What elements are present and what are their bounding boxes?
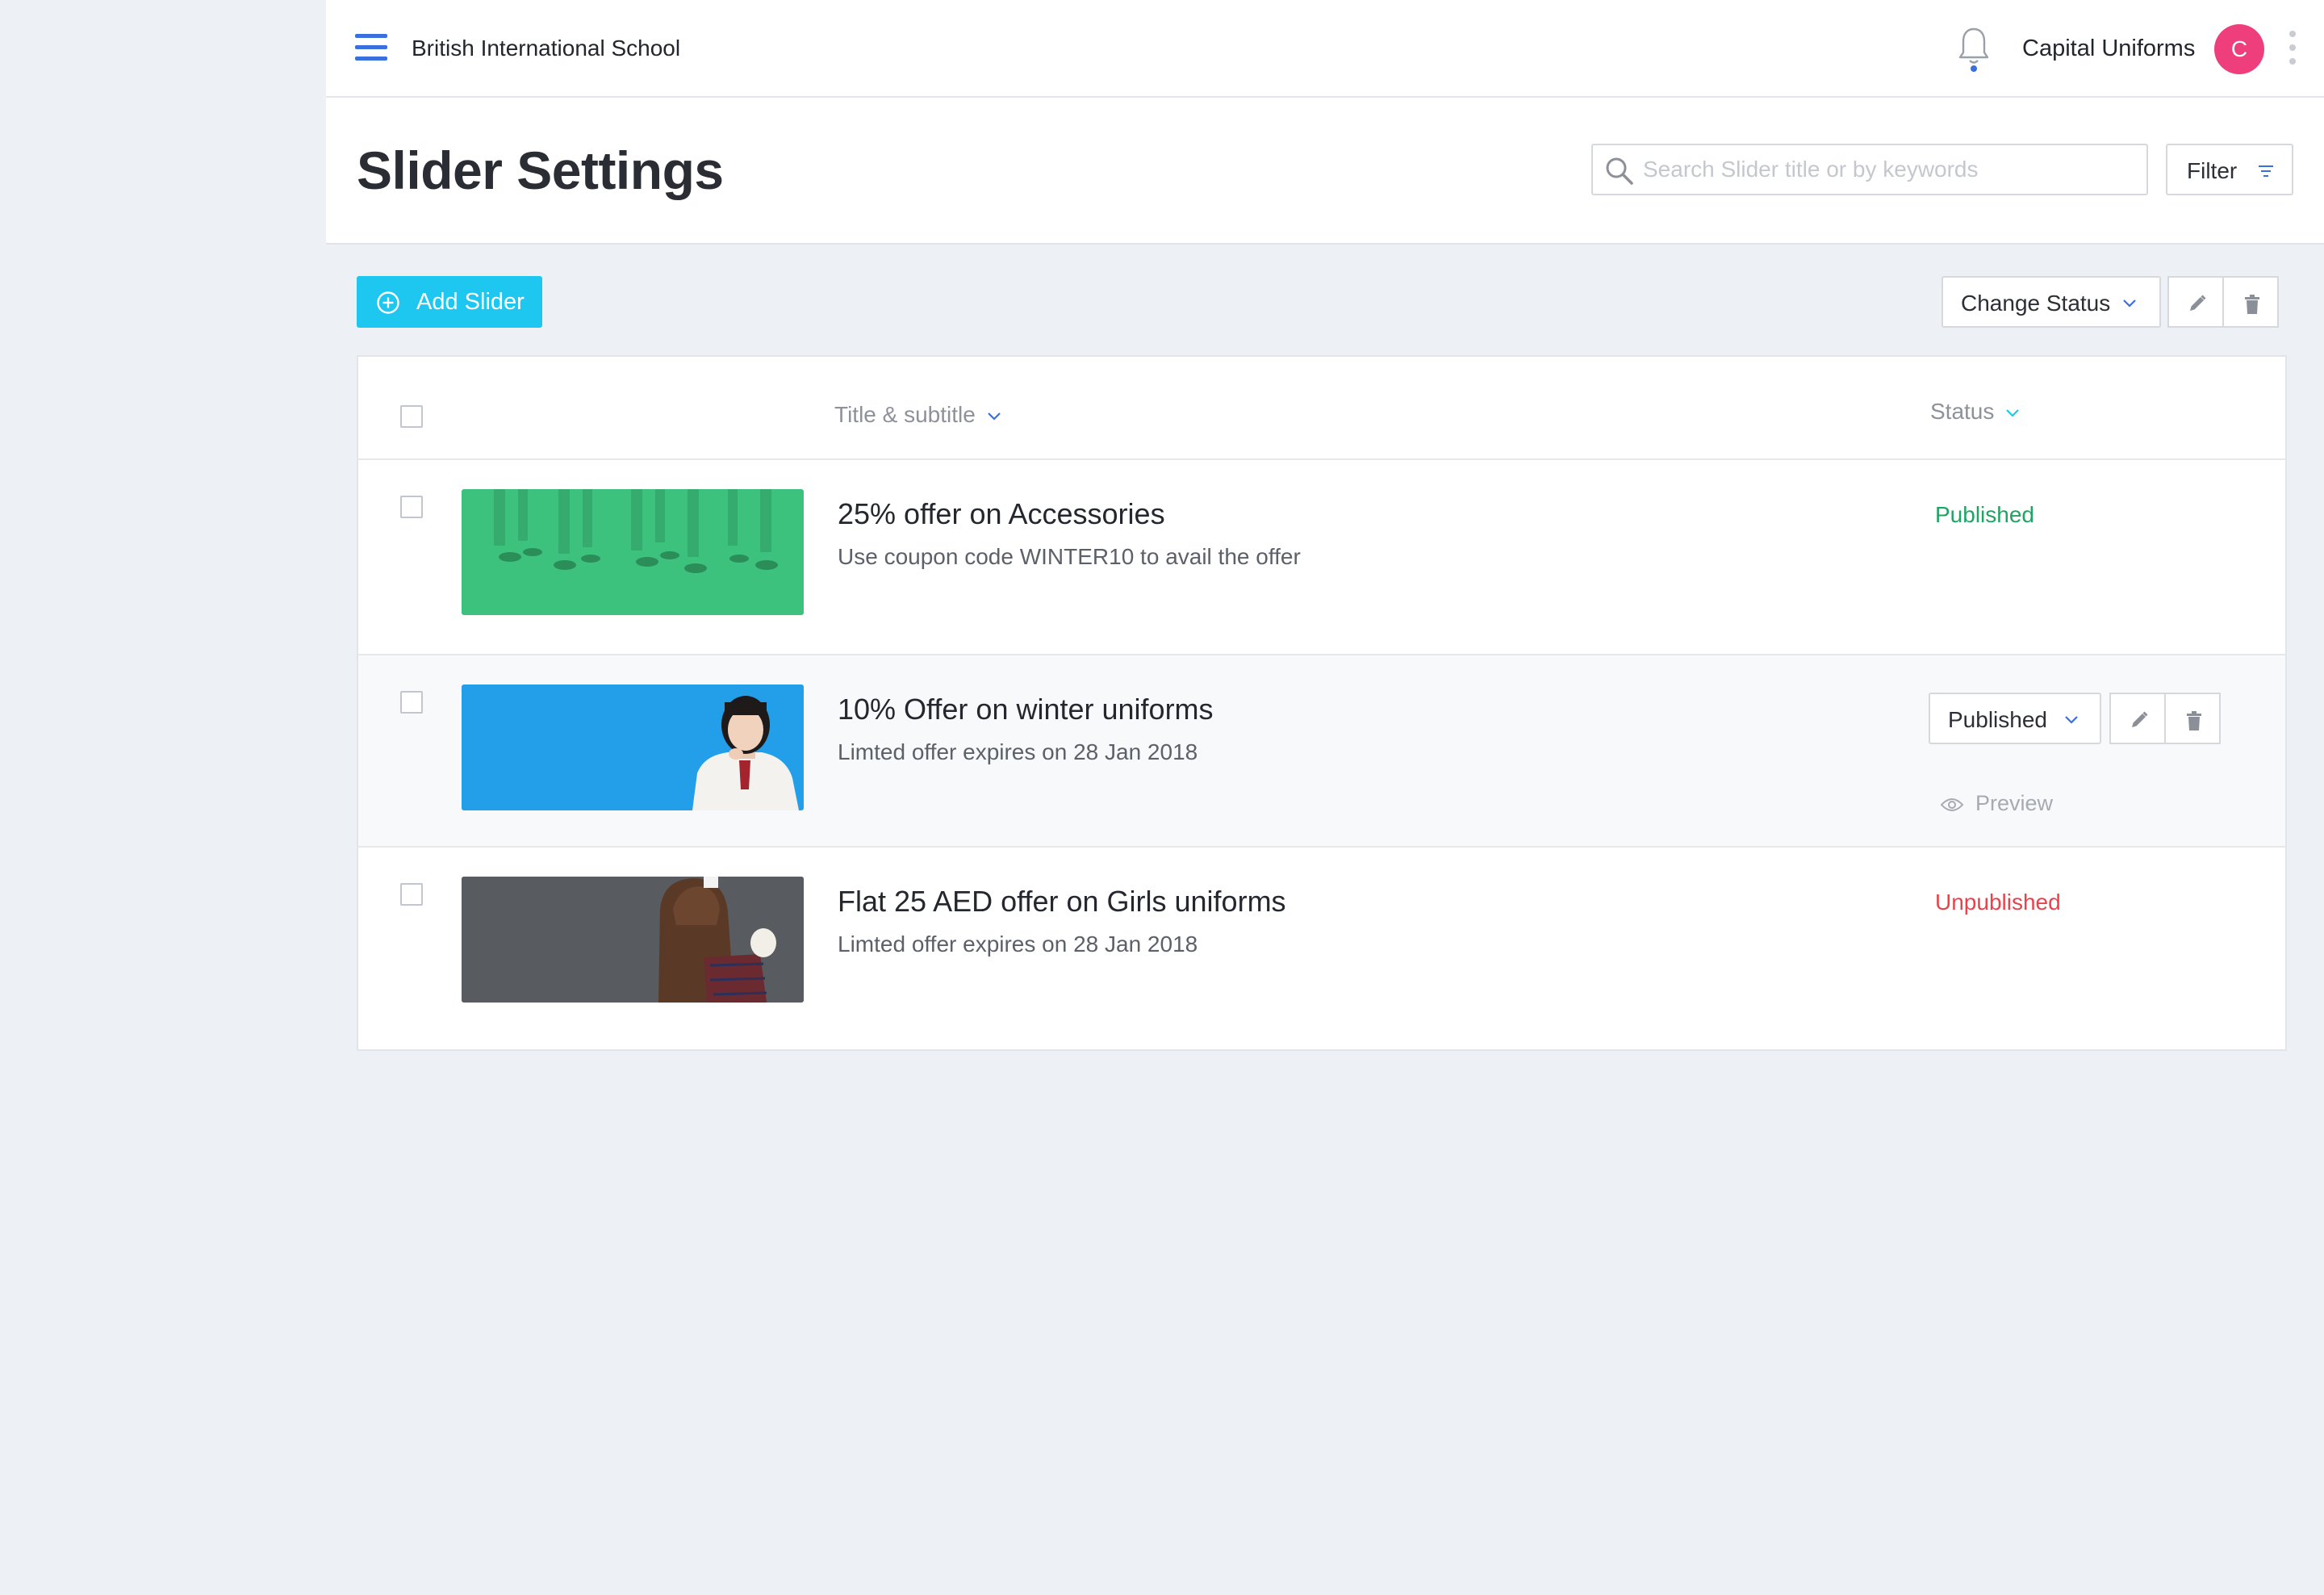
trash-icon: [2187, 711, 2201, 731]
change-status-dropdown[interactable]: Change Status: [1942, 276, 2161, 328]
company-name: Capital Uniforms: [2022, 36, 2196, 61]
chevron-down-icon: [2065, 716, 2078, 724]
filter-icon: [2259, 165, 2273, 177]
eye-icon: [1940, 798, 1964, 811]
pencil-icon: [2132, 711, 2148, 727]
row-edit-button[interactable]: [2109, 693, 2166, 744]
app: British International School Capital Uni…: [0, 0, 2324, 1595]
table-header: Title & subtitle Status: [358, 357, 2285, 460]
status-dropdown[interactable]: Published: [1929, 693, 2101, 744]
column-status-header[interactable]: Status: [1930, 399, 2020, 425]
school-name: British International School: [412, 36, 681, 61]
chevron-down-icon: [988, 412, 1001, 421]
search-icon: [1606, 157, 1633, 185]
change-status-label: Change Status: [1961, 291, 2111, 316]
hamburger-icon[interactable]: [355, 34, 387, 61]
add-slider-label: Add Slider: [416, 289, 525, 315]
row-delete-button[interactable]: [2164, 693, 2221, 744]
status-badge: Unpublished: [1935, 890, 2061, 915]
filter-label: Filter: [2187, 158, 2238, 183]
add-slider-button[interactable]: Add Slider: [357, 276, 542, 328]
left-rail: [0, 0, 326, 1595]
pencil-icon: [2190, 295, 2206, 311]
bell-icon[interactable]: [1958, 26, 1990, 74]
column-title-header[interactable]: Title & subtitle: [834, 402, 1001, 428]
trash-icon: [2245, 295, 2259, 314]
slider-title: 10% Offer on winter uniforms: [838, 693, 1214, 726]
column-status-label: Status: [1930, 399, 1995, 424]
table-row[interactable]: 25% offer on Accessories Use coupon code…: [358, 460, 2285, 654]
chevron-down-icon: [2123, 299, 2136, 308]
bulk-edit-button[interactable]: [2167, 276, 2224, 328]
slider-thumbnail: [462, 489, 804, 615]
slider-thumbnail: [462, 877, 804, 1003]
row-checkbox[interactable]: [400, 496, 423, 518]
status-dropdown-label: Published: [1948, 707, 2047, 732]
top-bar: British International School Capital Uni…: [326, 0, 2324, 98]
search-input[interactable]: [1643, 153, 2135, 186]
preview-label: Preview: [1975, 791, 2054, 815]
slider-title: Flat 25 AED offer on Girls uniforms: [838, 885, 1286, 918]
page-header: Slider Settings Filter: [326, 98, 2324, 245]
select-all-checkbox[interactable]: [400, 405, 423, 428]
slider-title: 25% offer on Accessories: [838, 497, 1165, 530]
chevron-down-icon: [2006, 408, 2020, 417]
filter-button[interactable]: Filter: [2166, 144, 2293, 195]
slider-subtitle: Limted offer expires on 28 Jan 2018: [838, 931, 1198, 957]
preview-link[interactable]: Preview: [1940, 791, 2053, 816]
search-box[interactable]: [1591, 144, 2148, 195]
row-checkbox[interactable]: [400, 691, 423, 714]
kebab-icon[interactable]: [2285, 31, 2298, 68]
column-title-label: Title & subtitle: [834, 402, 976, 427]
status-badge: Published: [1935, 502, 2034, 527]
slider-subtitle: Use coupon code WINTER10 to avail the of…: [838, 544, 1301, 569]
slider-table: Title & subtitle Status 25% offer on Acc…: [357, 355, 2287, 1051]
slider-subtitle: Limted offer expires on 28 Jan 2018: [838, 739, 1198, 764]
plus-circle-icon: [377, 291, 399, 314]
table-row[interactable]: 10% Offer on winter uniforms Limted offe…: [358, 654, 2285, 848]
table-row[interactable]: Flat 25 AED offer on Girls uniforms Limt…: [358, 848, 2285, 1041]
page-title: Slider Settings: [357, 140, 724, 200]
bulk-delete-button[interactable]: [2222, 276, 2279, 328]
slider-thumbnail: [462, 684, 804, 810]
avatar[interactable]: C: [2214, 24, 2264, 74]
row-checkbox[interactable]: [400, 883, 423, 906]
